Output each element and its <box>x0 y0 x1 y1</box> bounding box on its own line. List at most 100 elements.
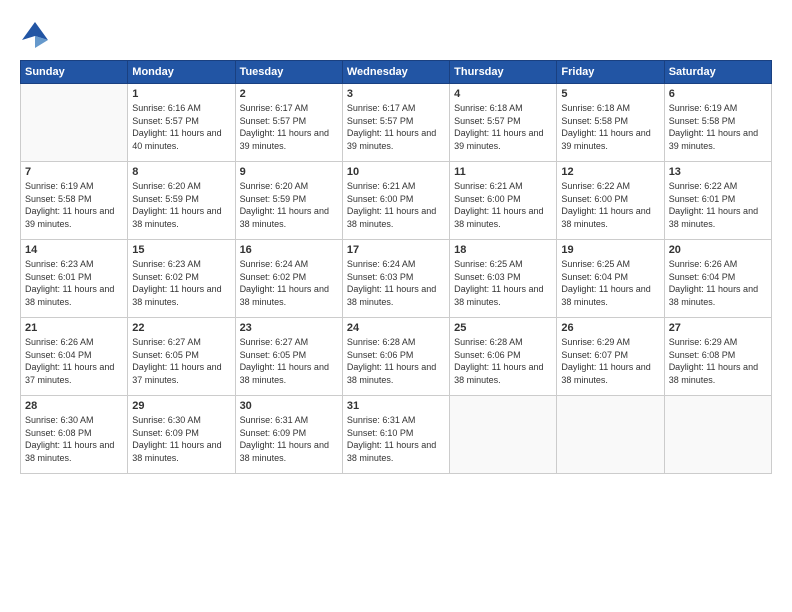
day-number: 20 <box>669 244 767 256</box>
day-info: Sunrise: 6:25 AMSunset: 6:04 PMDaylight:… <box>561 258 659 308</box>
day-number: 29 <box>132 400 230 412</box>
day-number: 12 <box>561 166 659 178</box>
calendar-week-row: 7Sunrise: 6:19 AMSunset: 5:58 PMDaylight… <box>21 162 772 240</box>
day-info: Sunrise: 6:30 AMSunset: 6:09 PMDaylight:… <box>132 414 230 464</box>
calendar-cell: 27 Sunrise: 6:29 AMSunset: 6:08 PMDayligh… <box>664 318 771 396</box>
calendar-header-row: SundayMondayTuesdayWednesdayThursdayFrid… <box>21 61 772 84</box>
calendar-cell: 1 Sunrise: 6:16 AMSunset: 5:57 PMDaylight… <box>128 84 235 162</box>
calendar-week-row: 14Sunrise: 6:23 AMSunset: 6:01 PMDayligh… <box>21 240 772 318</box>
calendar-cell: 26 Sunrise: 6:29 AMSunset: 6:07 PMDayligh… <box>557 318 664 396</box>
day-info: Sunrise: 6:28 AMSunset: 6:06 PMDaylight:… <box>347 336 445 386</box>
day-number: 4 <box>454 88 552 100</box>
day-number: 8 <box>132 166 230 178</box>
day-info: Sunrise: 6:20 AMSunset: 5:59 PMDaylight:… <box>240 180 338 230</box>
day-info: Sunrise: 6:18 AMSunset: 5:57 PMDaylight:… <box>454 102 552 152</box>
logo-icon <box>20 20 50 50</box>
day-number: 19 <box>561 244 659 256</box>
day-number: 6 <box>669 88 767 100</box>
calendar-cell <box>450 396 557 474</box>
calendar-cell <box>557 396 664 474</box>
calendar-cell: 22 Sunrise: 6:27 AMSunset: 6:05 PMDayligh… <box>128 318 235 396</box>
day-number: 9 <box>240 166 338 178</box>
day-number: 2 <box>240 88 338 100</box>
weekday-header: Monday <box>128 61 235 84</box>
day-info: Sunrise: 6:28 AMSunset: 6:06 PMDaylight:… <box>454 336 552 386</box>
calendar-cell: 2 Sunrise: 6:17 AMSunset: 5:57 PMDaylight… <box>235 84 342 162</box>
day-number: 11 <box>454 166 552 178</box>
day-info: Sunrise: 6:23 AMSunset: 6:01 PMDaylight:… <box>25 258 123 308</box>
calendar-week-row: 21Sunrise: 6:26 AMSunset: 6:04 PMDayligh… <box>21 318 772 396</box>
calendar-cell: 24 Sunrise: 6:28 AMSunset: 6:06 PMDayligh… <box>342 318 449 396</box>
day-number: 7 <box>25 166 123 178</box>
day-number: 31 <box>347 400 445 412</box>
header <box>20 20 772 50</box>
day-number: 26 <box>561 322 659 334</box>
day-number: 27 <box>669 322 767 334</box>
day-number: 1 <box>132 88 230 100</box>
calendar-cell <box>664 396 771 474</box>
day-info: Sunrise: 6:27 AMSunset: 6:05 PMDaylight:… <box>132 336 230 386</box>
calendar-cell <box>21 84 128 162</box>
calendar-cell: 17 Sunrise: 6:24 AMSunset: 6:03 PMDayligh… <box>342 240 449 318</box>
day-info: Sunrise: 6:23 AMSunset: 6:02 PMDaylight:… <box>132 258 230 308</box>
calendar-cell: 7Sunrise: 6:19 AMSunset: 5:58 PMDaylight… <box>21 162 128 240</box>
day-info: Sunrise: 6:24 AMSunset: 6:03 PMDaylight:… <box>347 258 445 308</box>
day-info: Sunrise: 6:31 AMSunset: 6:10 PMDaylight:… <box>347 414 445 464</box>
day-info: Sunrise: 6:16 AMSunset: 5:57 PMDaylight:… <box>132 102 230 152</box>
day-info: Sunrise: 6:26 AMSunset: 6:04 PMDaylight:… <box>25 336 123 386</box>
day-number: 28 <box>25 400 123 412</box>
calendar-cell: 3 Sunrise: 6:17 AMSunset: 5:57 PMDaylight… <box>342 84 449 162</box>
calendar-cell: 28 Sunrise: 6:30 AMSunset: 6:08 PMDayligh… <box>21 396 128 474</box>
logo <box>20 20 54 50</box>
calendar-cell: 18Sunrise: 6:25 AMSunset: 6:03 PMDayligh… <box>450 240 557 318</box>
calendar-cell: 31 Sunrise: 6:31 AMSunset: 6:10 PMDayligh… <box>342 396 449 474</box>
day-info: Sunrise: 6:20 AMSunset: 5:59 PMDaylight:… <box>132 180 230 230</box>
calendar-cell: 11Sunrise: 6:21 AMSunset: 6:00 PMDayligh… <box>450 162 557 240</box>
calendar-week-row: 28 Sunrise: 6:30 AMSunset: 6:08 PMDayligh… <box>21 396 772 474</box>
calendar-cell: 25 Sunrise: 6:28 AMSunset: 6:06 PMDayligh… <box>450 318 557 396</box>
day-info: Sunrise: 6:18 AMSunset: 5:58 PMDaylight:… <box>561 102 659 152</box>
calendar-week-row: 1 Sunrise: 6:16 AMSunset: 5:57 PMDaylight… <box>21 84 772 162</box>
weekday-header: Wednesday <box>342 61 449 84</box>
day-number: 25 <box>454 322 552 334</box>
day-info: Sunrise: 6:31 AMSunset: 6:09 PMDaylight:… <box>240 414 338 464</box>
day-number: 3 <box>347 88 445 100</box>
calendar-cell: 23 Sunrise: 6:27 AMSunset: 6:05 PMDayligh… <box>235 318 342 396</box>
day-number: 24 <box>347 322 445 334</box>
day-info: Sunrise: 6:25 AMSunset: 6:03 PMDaylight:… <box>454 258 552 308</box>
day-info: Sunrise: 6:29 AMSunset: 6:07 PMDaylight:… <box>561 336 659 386</box>
calendar-cell: 9 Sunrise: 6:20 AMSunset: 5:59 PMDaylight… <box>235 162 342 240</box>
calendar-cell: 16Sunrise: 6:24 AMSunset: 6:02 PMDayligh… <box>235 240 342 318</box>
weekday-header: Friday <box>557 61 664 84</box>
day-info: Sunrise: 6:17 AMSunset: 5:57 PMDaylight:… <box>347 102 445 152</box>
calendar-cell: 6 Sunrise: 6:19 AMSunset: 5:58 PMDaylight… <box>664 84 771 162</box>
weekday-header: Tuesday <box>235 61 342 84</box>
weekday-header: Thursday <box>450 61 557 84</box>
calendar-cell: 15Sunrise: 6:23 AMSunset: 6:02 PMDayligh… <box>128 240 235 318</box>
day-info: Sunrise: 6:24 AMSunset: 6:02 PMDaylight:… <box>240 258 338 308</box>
day-info: Sunrise: 6:27 AMSunset: 6:05 PMDaylight:… <box>240 336 338 386</box>
day-info: Sunrise: 6:17 AMSunset: 5:57 PMDaylight:… <box>240 102 338 152</box>
day-info: Sunrise: 6:21 AMSunset: 6:00 PMDaylight:… <box>347 180 445 230</box>
day-number: 30 <box>240 400 338 412</box>
day-info: Sunrise: 6:30 AMSunset: 6:08 PMDaylight:… <box>25 414 123 464</box>
day-info: Sunrise: 6:19 AMSunset: 5:58 PMDaylight:… <box>669 102 767 152</box>
calendar-cell: 21Sunrise: 6:26 AMSunset: 6:04 PMDayligh… <box>21 318 128 396</box>
calendar-cell: 5Sunrise: 6:18 AMSunset: 5:58 PMDaylight… <box>557 84 664 162</box>
calendar-table: SundayMondayTuesdayWednesdayThursdayFrid… <box>20 60 772 474</box>
day-info: Sunrise: 6:22 AMSunset: 6:01 PMDaylight:… <box>669 180 767 230</box>
day-number: 10 <box>347 166 445 178</box>
weekday-header: Sunday <box>21 61 128 84</box>
day-number: 23 <box>240 322 338 334</box>
calendar-cell: 13 Sunrise: 6:22 AMSunset: 6:01 PMDayligh… <box>664 162 771 240</box>
calendar-cell: 10 Sunrise: 6:21 AMSunset: 6:00 PMDayligh… <box>342 162 449 240</box>
calendar-cell: 20Sunrise: 6:26 AMSunset: 6:04 PMDayligh… <box>664 240 771 318</box>
day-number: 17 <box>347 244 445 256</box>
page: SundayMondayTuesdayWednesdayThursdayFrid… <box>0 0 792 612</box>
day-info: Sunrise: 6:29 AMSunset: 6:08 PMDaylight:… <box>669 336 767 386</box>
day-number: 22 <box>132 322 230 334</box>
day-info: Sunrise: 6:22 AMSunset: 6:00 PMDaylight:… <box>561 180 659 230</box>
day-number: 13 <box>669 166 767 178</box>
calendar-cell: 29 Sunrise: 6:30 AMSunset: 6:09 PMDayligh… <box>128 396 235 474</box>
weekday-header: Saturday <box>664 61 771 84</box>
